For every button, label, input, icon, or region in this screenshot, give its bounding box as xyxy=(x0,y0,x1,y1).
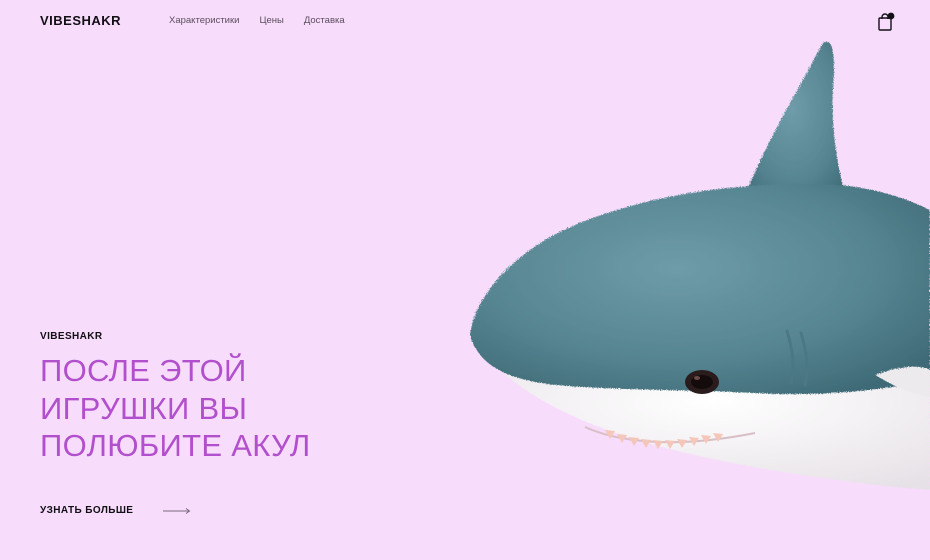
nav-link-prices[interactable]: Цены xyxy=(259,15,283,26)
shopping-bag-icon xyxy=(878,12,895,31)
hero-title-line: ПОЛЮБИТЕ АКУЛ xyxy=(40,428,311,463)
logo[interactable]: VIBESHAKR xyxy=(40,13,121,28)
long-arrow-right-icon xyxy=(163,507,191,514)
nav-link-characteristics[interactable]: Характеристики xyxy=(169,15,239,26)
main-nav: Характеристики Цены Доставка xyxy=(169,15,345,26)
hero-title-line: ИГРУШКИ ВЫ xyxy=(40,390,248,426)
learn-more-label: УЗНАТЬ БОЛЬШЕ xyxy=(40,505,134,516)
hero-title-line: ПОСЛЕ ЭТОЙ xyxy=(40,353,247,388)
hero-title: ПОСЛЕ ЭТОЙ ИГРУШКИ ВЫ ПОЛЮБИТЕ АКУЛ xyxy=(40,352,400,465)
shark-plush-image xyxy=(455,35,930,510)
learn-more-button[interactable]: УЗНАТЬ БОЛЬШЕ xyxy=(40,505,191,516)
hero-eyebrow: VIBESHAKR xyxy=(40,331,103,342)
nav-link-delivery[interactable]: Доставка xyxy=(304,15,345,26)
cart-button[interactable] xyxy=(877,12,895,32)
